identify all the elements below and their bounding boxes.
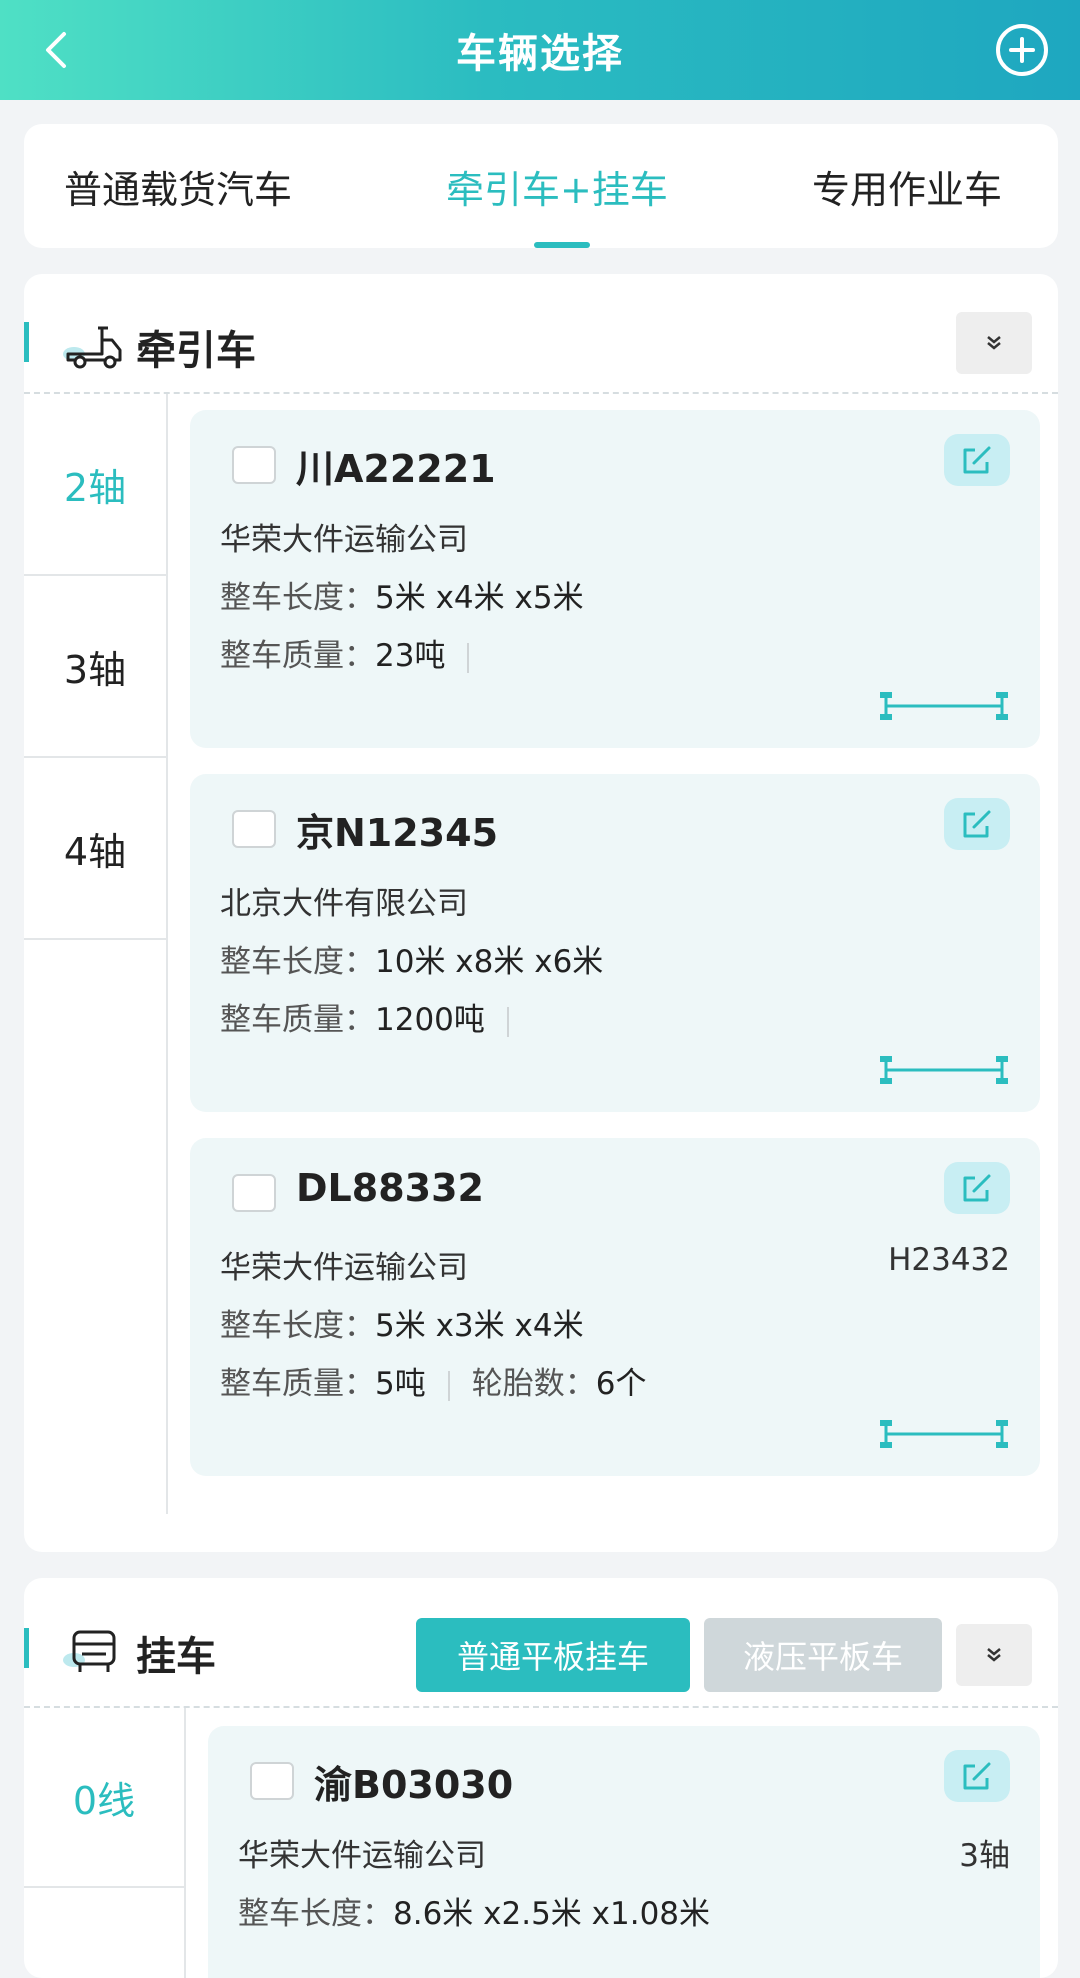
field-separator <box>447 1370 450 1401</box>
mass-label: 整车质量： <box>220 1002 375 1038</box>
length-value: 5米 x3米 x4米 <box>375 1308 584 1344</box>
edit-button[interactable] <box>944 1750 1010 1802</box>
dimension-ruler-icon <box>880 1056 1008 1084</box>
trailer-section-header: 挂车 普通平板挂车 液压平板车 <box>24 1578 1058 1698</box>
edit-button[interactable] <box>944 434 1010 486</box>
vehicle-length-row: 整车长度：5米 x4米 x5米 <box>220 572 584 617</box>
double-chevron-down-icon <box>987 1648 1001 1662</box>
length-label: 整车长度： <box>238 1896 393 1932</box>
vehicle-checkbox[interactable] <box>232 446 276 484</box>
vehicle-plate: 川A22221 <box>296 447 496 491</box>
double-chevron-down-icon <box>987 336 1001 350</box>
vehicle-plate: 渝B03030 <box>314 1763 514 1807</box>
edit-icon <box>963 810 991 838</box>
length-value: 5米 x4米 x5米 <box>375 580 584 616</box>
trailer-icon <box>63 1630 116 1672</box>
vehicle-company: 华荣大件运输公司 <box>220 522 468 558</box>
dimension-ruler-icon <box>880 692 1008 720</box>
length-value: 10米 x8米 x6米 <box>375 944 604 980</box>
line-filter-list: 0线 <box>24 1708 186 1978</box>
header-bar: 车辆选择 <box>0 0 1080 100</box>
back-arrow-icon[interactable] <box>30 22 86 78</box>
trailer-collapse-button[interactable] <box>956 1624 1032 1686</box>
page-title: 车辆选择 <box>456 31 624 77</box>
vehicle-card[interactable]: DL88332 华荣大件运输公司 H23432 整车长度：5米 x3米 x4米 … <box>190 1138 1040 1476</box>
length-label: 整车长度： <box>220 1308 375 1344</box>
mass-value: 23吨 <box>375 638 446 674</box>
trailer-section-title: 挂车 <box>136 1634 216 1680</box>
tractor-section-header: 牵引车 <box>24 274 1058 394</box>
vehicle-mass-row: 整车质量：23吨 <box>220 630 491 675</box>
tire-label: 轮胎数： <box>471 1366 596 1402</box>
mass-value: 5吨 <box>375 1366 426 1402</box>
vehicle-length-row: 整车长度：10米 x8米 x6米 <box>220 936 603 981</box>
line-option-0[interactable]: 0线 <box>24 1708 184 1888</box>
vehicle-axle-count: 3轴 <box>959 1838 1010 1874</box>
vehicle-checkbox[interactable] <box>232 810 276 848</box>
vehicle-checkbox[interactable] <box>250 1762 294 1800</box>
dimension-ruler-icon <box>880 1420 1008 1448</box>
edit-button[interactable] <box>944 798 1010 850</box>
add-circle-icon[interactable] <box>992 20 1052 80</box>
vehicle-mass-row: 整车质量：5吨 轮胎数：6个 <box>220 1358 646 1403</box>
axle-option-4[interactable]: 4轴 <box>24 758 166 940</box>
axle-option-3[interactable]: 3轴 <box>24 576 166 758</box>
vehicle-type-tabs: 普通载货汽车 牵引车+挂车 专用作业车 <box>24 124 1058 248</box>
vehicle-company: 华荣大件运输公司 <box>238 1838 486 1874</box>
axle-option-2[interactable]: 2轴 <box>24 394 166 576</box>
flatbed-trailer-button[interactable]: 普通平板挂车 <box>416 1618 690 1692</box>
mass-label: 整车质量： <box>220 638 375 674</box>
trailer-section: 挂车 普通平板挂车 液压平板车 0线 渝B03030 华荣大件运输公司 3轴 整… <box>24 1578 1058 1978</box>
hydraulic-trailer-button[interactable]: 液压平板车 <box>704 1618 942 1692</box>
vehicle-plate: DL88332 <box>296 1166 484 1210</box>
vehicle-checkbox[interactable] <box>232 1174 276 1212</box>
tractor-collapse-button[interactable] <box>956 312 1032 374</box>
tab-ordinary-truck[interactable]: 普通载货汽车 <box>64 124 292 248</box>
vehicle-length-row: 整车长度：8.6米 x2.5米 x1.08米 <box>238 1888 710 1933</box>
vehicle-code: H23432 <box>888 1242 1010 1278</box>
section-accent-bar <box>24 322 29 362</box>
edit-icon <box>963 1762 991 1790</box>
length-label: 整车长度： <box>220 580 375 616</box>
vehicle-length-row: 整车长度：5米 x3米 x4米 <box>220 1300 584 1345</box>
section-accent-bar <box>24 1628 29 1668</box>
vehicle-card[interactable]: 川A22221 华荣大件运输公司 整车长度：5米 x4米 x5米 整车质量：23… <box>190 410 1040 748</box>
edit-button[interactable] <box>944 1162 1010 1214</box>
active-tab-indicator <box>534 242 590 248</box>
field-separator <box>506 1006 509 1037</box>
vehicle-card[interactable]: 京N12345 北京大件有限公司 整车长度：10米 x8米 x6米 整车质量：1… <box>190 774 1040 1112</box>
mass-label: 整车质量： <box>220 1366 375 1402</box>
mass-value: 1200吨 <box>375 1002 485 1038</box>
vehicle-card[interactable]: 渝B03030 华荣大件运输公司 3轴 整车长度：8.6米 x2.5米 x1.0… <box>208 1726 1040 1978</box>
vehicle-company: 北京大件有限公司 <box>220 886 468 922</box>
tire-value: 6个 <box>595 1366 647 1402</box>
field-separator <box>467 642 470 673</box>
edit-icon <box>963 446 991 474</box>
vehicle-company: 华荣大件运输公司 <box>220 1250 468 1286</box>
length-value: 8.6米 x2.5米 x1.08米 <box>393 1896 711 1932</box>
edit-icon <box>963 1174 991 1202</box>
tab-special-vehicle[interactable]: 专用作业车 <box>812 124 1002 248</box>
tractor-section: 牵引车 2轴 3轴 4轴 川A22221 华荣大件运输公司 整车长度：5米 x4… <box>24 274 1058 1552</box>
vehicle-plate: 京N12345 <box>296 811 499 855</box>
tractor-section-title: 牵引车 <box>136 328 256 374</box>
tab-tractor-trailer[interactable]: 牵引车+挂车 <box>446 124 668 248</box>
section-divider <box>24 392 1058 394</box>
axle-filter-list: 2轴 3轴 4轴 <box>24 394 168 1514</box>
length-label: 整车长度： <box>220 944 375 980</box>
vehicle-mass-row: 整车质量：1200吨 <box>220 994 531 1039</box>
tractor-truck-icon <box>63 326 122 369</box>
